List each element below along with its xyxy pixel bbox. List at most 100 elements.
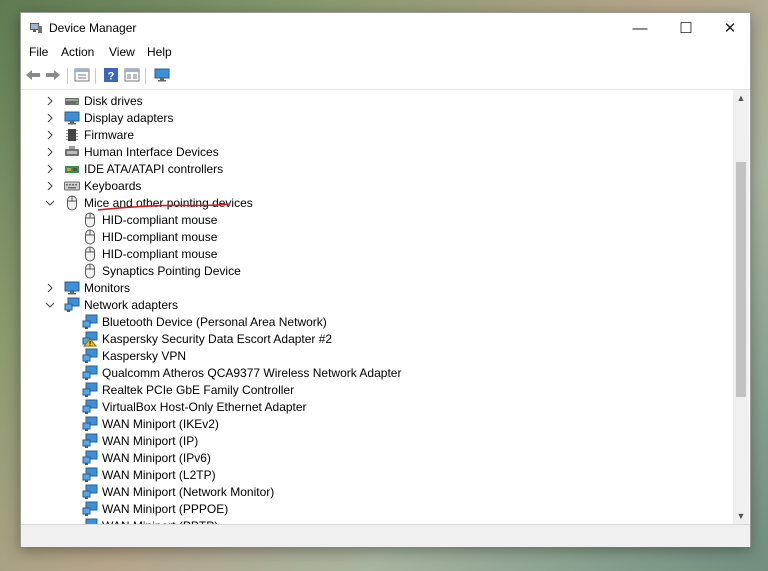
red-underline-annotation [97,203,231,211]
tree-category[interactable]: Network adapters [45,296,178,313]
chevron-right-icon[interactable] [45,109,55,126]
maximize-button[interactable]: ☐ [664,13,708,43]
ide-controller-icon [64,162,80,176]
tree-item-label: HID-compliant mouse [102,229,218,244]
toolbar-separator [95,68,96,84]
chevron-right-icon[interactable] [45,92,55,109]
tree-item-label: WAN Miniport (Network Monitor) [102,484,275,499]
network-adapter-icon [82,365,98,380]
monitor-icon[interactable] [154,67,170,83]
chevron-down-icon[interactable] [45,194,55,211]
network-adapter-icon [82,382,98,397]
scroll-up-icon[interactable]: ▲ [733,90,749,106]
menu-view[interactable]: View [109,45,135,59]
hid-icon [64,145,80,159]
chevron-right-icon[interactable] [45,177,55,194]
tree-device[interactable]: WAN Miniport (IP) [63,432,198,449]
tree-item-label: IDE ATA/ATAPI controllers [84,161,224,176]
network-adapter-icon [82,399,98,414]
scrollbar-thumb[interactable] [736,162,746,397]
tree-item-label: Keyboards [84,178,142,193]
toolbar-separator [67,68,68,84]
menu-action[interactable]: Action [61,45,94,59]
forward-icon[interactable] [45,67,61,83]
display-adapter-icon [64,111,80,125]
minimize-button[interactable]: — [618,13,662,43]
tree-category[interactable]: Human Interface Devices [45,143,219,160]
menu-file[interactable]: File [29,45,48,59]
tree-device[interactable]: WAN Miniport (IKEv2) [63,415,219,432]
tree-device[interactable]: Bluetooth Device (Personal Area Network) [63,313,327,330]
tree-device[interactable]: HID-compliant mouse [63,211,217,228]
tree-item-label: Kaspersky Security Data Escort Adapter #… [102,331,333,346]
vertical-scrollbar[interactable]: ▲ ▼ [733,90,749,524]
mouse-icon [82,229,98,244]
tree-category[interactable]: Display adapters [45,109,173,126]
tree-item-label: Display adapters [84,110,174,125]
network-adapter-icon [82,433,98,448]
tree-device[interactable]: WAN Miniport (PPPOE) [63,500,228,517]
tree-device[interactable]: Realtek PCIe GbE Family Controller [63,381,294,398]
title-bar[interactable]: Device Manager — ☐ ✕ [21,13,750,43]
tree-category[interactable]: Firmware [45,126,134,143]
tree-item-label: HID-compliant mouse [102,246,218,261]
menu-bar: File Action View Help [21,43,750,63]
tree-device[interactable]: Kaspersky Security Data Escort Adapter #… [63,330,332,347]
toolbar-separator [145,68,146,84]
tree-device[interactable]: Qualcomm Atheros QCA9377 Wireless Networ… [63,364,401,381]
mouse-icon [82,263,98,278]
firmware-icon [64,128,80,142]
svg-text:?: ? [108,71,115,83]
disk-drive-icon [64,94,80,108]
chevron-right-icon[interactable] [45,143,55,160]
chevron-right-icon[interactable] [45,279,55,296]
toolbar: ? [21,63,750,90]
status-bar [21,524,750,547]
tree-device[interactable]: HID-compliant mouse [63,245,217,262]
window-title: Device Manager [49,21,137,35]
tree-item-label: Qualcomm Atheros QCA9377 Wireless Networ… [102,365,402,380]
back-icon[interactable] [25,67,41,83]
chevron-down-icon[interactable] [45,296,55,313]
chevron-right-icon[interactable] [45,126,55,143]
properties-icon[interactable] [74,67,90,83]
tree-item-label: Monitors [84,280,131,295]
network-adapter-warning-icon [82,331,98,346]
tree-item-label: WAN Miniport (PPPOE) [102,501,229,516]
help-icon[interactable]: ? [103,67,119,83]
scan-icon[interactable] [124,67,140,83]
tree-device[interactable]: Kaspersky VPN [63,347,186,364]
chevron-right-icon[interactable] [45,160,55,177]
mouse-icon [82,246,98,261]
tree-item-label: WAN Miniport (IPv6) [102,450,211,465]
network-adapter-icon [82,501,98,516]
tree-device[interactable]: WAN Miniport (Network Monitor) [63,483,274,500]
network-adapter-icon [82,314,98,329]
tree-item-label: Realtek PCIe GbE Family Controller [102,382,295,397]
tree-item-label: HID-compliant mouse [102,212,218,227]
tree-device[interactable]: VirtualBox Host-Only Ethernet Adapter [63,398,307,415]
tree-item-label: Disk drives [84,93,143,108]
network-adapter-icon [82,450,98,465]
tree-device[interactable]: WAN Miniport (L2TP) [63,466,216,483]
network-adapter-icon [82,484,98,499]
scroll-down-icon[interactable]: ▼ [733,508,749,524]
monitor-icon [64,281,80,295]
tree-item-label: Human Interface Devices [84,144,219,159]
tree-item-label: Bluetooth Device (Personal Area Network) [102,314,327,329]
tree-category[interactable]: IDE ATA/ATAPI controllers [45,160,223,177]
tree-device[interactable]: Synaptics Pointing Device [63,262,241,279]
tree-device[interactable]: WAN Miniport (IPv6) [63,449,211,466]
close-button[interactable]: ✕ [708,13,752,43]
menu-help[interactable]: Help [147,45,172,59]
tree-category[interactable]: Disk drives [45,92,143,109]
tree-item-label: VirtualBox Host-Only Ethernet Adapter [102,399,307,414]
tree-category[interactable]: Keyboards [45,177,141,194]
tree-category[interactable]: Monitors [45,279,130,296]
device-manager-window: Device Manager — ☐ ✕ File Action View He… [20,12,751,547]
device-manager-icon [30,23,42,33]
network-adapter-icon [82,348,98,363]
device-tree[interactable]: Disk drives Display adapters Firmware Human… [22,90,734,524]
tree-device[interactable]: WAN Miniport (PPTP) [63,517,218,524]
tree-device[interactable]: HID-compliant mouse [63,228,217,245]
